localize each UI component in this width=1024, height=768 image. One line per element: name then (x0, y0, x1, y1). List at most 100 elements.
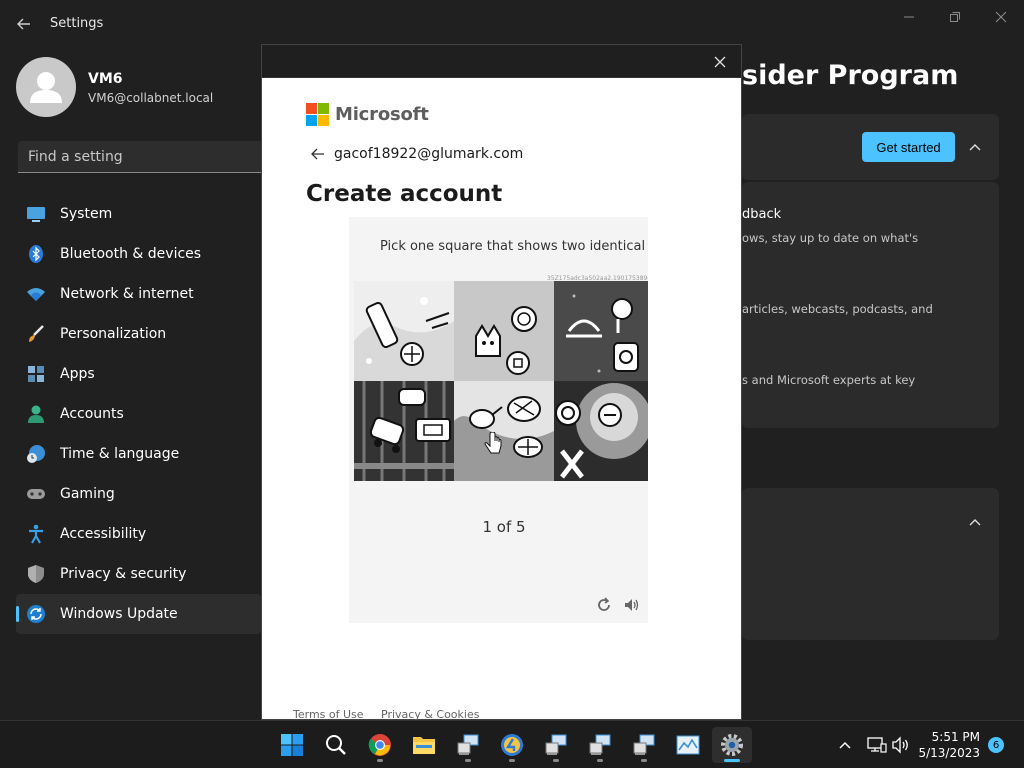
hand-cursor-icon (484, 432, 502, 454)
shield-icon (28, 565, 44, 583)
sidebar-item-label: Accounts (60, 406, 124, 422)
chevron-up-icon[interactable] (968, 140, 982, 154)
captcha-progress: 1 of 5 (482, 518, 526, 536)
captcha-tile-4[interactable] (354, 381, 454, 481)
taskbar-remote-desktop-4[interactable] (624, 727, 664, 763)
microsoft-wordmark: Microsoft (335, 104, 429, 125)
taskbar: 5:51 PM 5/13/2023 6 (0, 720, 1024, 768)
volume-icon[interactable] (891, 736, 911, 754)
dialog-title-bar (262, 45, 741, 78)
captcha-tile-2[interactable] (454, 281, 554, 381)
sidebar-item-label: Network & internet (60, 286, 194, 302)
refresh-icon[interactable] (595, 596, 613, 614)
sidebar-item-accounts[interactable]: Accounts (16, 394, 261, 434)
running-indicator (553, 759, 559, 762)
running-indicator (377, 759, 383, 762)
get-started-button[interactable]: Get started (862, 132, 955, 162)
sidebar-item-label: Apps (60, 366, 95, 382)
bluetooth-icon (29, 245, 43, 263)
collapsed-section-card (742, 488, 999, 640)
close-icon (995, 11, 1007, 23)
sidebar-nav: System Bluetooth & devices Network & int… (16, 194, 261, 634)
close-button[interactable] (978, 6, 1024, 28)
taskbar-remote-desktop-3[interactable] (580, 727, 620, 763)
sidebar-item-label: Time & language (60, 446, 180, 462)
globe-clock-icon (27, 445, 45, 463)
system-clock[interactable]: 5:51 PM 5/13/2023 (918, 729, 980, 761)
brush-icon (29, 325, 44, 342)
captcha-tile-6[interactable] (554, 381, 648, 481)
chrome-icon (368, 734, 391, 756)
search-icon (326, 735, 346, 755)
back-arrow-icon[interactable] (14, 14, 34, 34)
sidebar-item-privacy[interactable]: Privacy & security (16, 554, 261, 594)
captcha-tile-5[interactable] (454, 381, 554, 481)
app-4-icon (501, 734, 523, 756)
audio-icon[interactable] (623, 596, 641, 614)
sidebar-item-label: Bluetooth & devices (60, 246, 202, 262)
create-account-dialog: Microsoft gacof18922@glumark.com Create … (261, 44, 742, 721)
chevron-up-icon[interactable] (968, 515, 982, 529)
taskbar-chrome[interactable] (360, 727, 400, 763)
restore-button[interactable] (932, 6, 978, 28)
account-email: gacof18922@glumark.com (334, 146, 524, 162)
wifi-icon (27, 288, 45, 301)
sidebar-item-network[interactable]: Network & internet (16, 274, 261, 314)
file-explorer-icon (413, 737, 435, 754)
chevron-up-icon[interactable] (838, 739, 852, 751)
sidebar-item-label: System (60, 206, 113, 222)
taskbar-search-button[interactable] (316, 727, 356, 763)
user-email: VM6@collabnet.local (88, 91, 214, 105)
minimize-button[interactable] (886, 6, 932, 28)
active-indicator (724, 759, 740, 762)
dialog-heading: Create account (306, 181, 503, 207)
settings-icon (721, 734, 743, 756)
sidebar-item-label: Accessibility (60, 526, 147, 542)
account-email-row: gacof18922@glumark.com (310, 146, 523, 162)
apps-icon (28, 366, 44, 382)
back-arrow-icon[interactable] (310, 146, 326, 162)
sidebar-item-system[interactable]: System (16, 194, 261, 234)
update-icon (27, 605, 45, 623)
accessibility-icon (29, 524, 43, 544)
sidebar-item-apps[interactable]: Apps (16, 354, 261, 394)
start-button[interactable] (272, 727, 312, 763)
restore-icon (950, 12, 960, 22)
articles-description: articles, webcasts, podcasts, and (742, 302, 933, 316)
user-silhouette-icon (30, 72, 62, 103)
gamepad-icon (27, 489, 45, 499)
captcha-prompt: Pick one square that shows two identical… (380, 239, 648, 254)
user-name: VM6 (88, 71, 123, 87)
taskbar-remote-desktop-2[interactable] (536, 727, 576, 763)
sidebar-item-accessibility[interactable]: Accessibility (16, 514, 261, 554)
running-indicator (597, 759, 603, 762)
close-icon[interactable] (713, 55, 727, 69)
sidebar-item-personalization[interactable]: Personalization (16, 314, 261, 354)
taskbar-app-4[interactable] (492, 727, 532, 763)
sidebar-item-label: Privacy & security (60, 566, 187, 582)
running-indicator (509, 759, 515, 762)
sidebar-item-label: Gaming (60, 486, 115, 502)
sidebar-item-label: Personalization (60, 326, 167, 342)
task-manager-icon (676, 735, 700, 755)
clock-time: 5:51 PM (931, 730, 980, 744)
network-icon[interactable] (867, 736, 887, 754)
sidebar-item-gaming[interactable]: Gaming (16, 474, 261, 514)
captcha-tile-1[interactable] (354, 281, 454, 381)
clock-date: 5/13/2023 (918, 746, 980, 760)
taskbar-settings[interactable] (712, 727, 752, 763)
sidebar-item-time-language[interactable]: Time & language (16, 434, 261, 474)
sidebar-item-windows-update[interactable]: Windows Update (16, 594, 261, 634)
feedback-description: ows, stay up to date on what's (742, 231, 919, 245)
taskbar-task-manager[interactable] (668, 727, 708, 763)
notification-badge[interactable]: 6 (988, 737, 1004, 753)
sidebar-item-bluetooth[interactable]: Bluetooth & devices (16, 234, 261, 274)
taskbar-file-explorer[interactable] (404, 727, 444, 763)
person-icon (28, 405, 44, 423)
captcha-tile-3[interactable] (554, 281, 648, 381)
avatar (16, 57, 76, 117)
settings-search-input[interactable]: Find a setting (18, 141, 263, 173)
user-profile[interactable]: VM6 VM6@collabnet.local (16, 57, 213, 117)
running-indicator (465, 759, 471, 762)
taskbar-remote-desktop-1[interactable] (448, 727, 488, 763)
